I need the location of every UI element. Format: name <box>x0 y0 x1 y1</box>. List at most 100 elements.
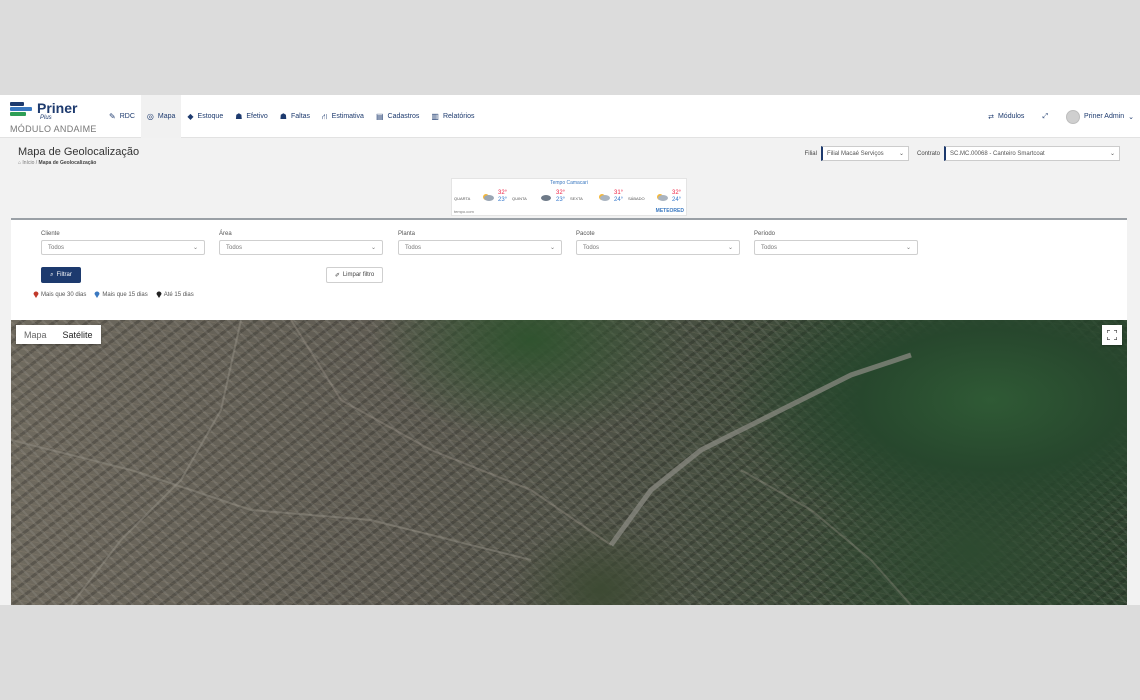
select-value: Todos <box>405 244 422 251</box>
weather-high: 32° <box>672 190 682 196</box>
select-value: Todos <box>226 244 243 251</box>
weather-day: SÁBADO 32° 24° <box>628 190 684 206</box>
nav-label: Estimativa <box>331 113 364 120</box>
filter-panel: Cliente Todos ⌄ Área Todos ⌄ Planta Todos ⌄… <box>11 218 1127 320</box>
breadcrumb: ⌂ Início / Mapa de Geolocalização <box>18 160 97 166</box>
weather-low: 23° <box>498 197 508 203</box>
cliente-select[interactable]: Todos ⌄ <box>41 240 205 255</box>
legend-item: Até 15 dias <box>156 291 194 298</box>
map-pin-icon: ◎ <box>146 112 154 121</box>
periodo-select[interactable]: Todos ⌄ <box>754 240 918 255</box>
top-right-actions: ⇄ Módulos ⤢ Priner Admin ⌄ <box>988 95 1134 138</box>
rain-cloud-icon <box>541 195 551 201</box>
user-menu[interactable]: Priner Admin ⌄ <box>1066 109 1134 124</box>
nav-item-efetivo[interactable]: ☗ Efetivo <box>229 95 274 138</box>
planta-select[interactable]: Todos ⌄ <box>398 240 562 255</box>
users-icon: ☗ <box>235 112 243 121</box>
filter-planta: Planta Todos ⌄ <box>398 231 562 255</box>
filial-value: Filial Macaé Serviços <box>826 150 884 157</box>
weather-low: 24° <box>672 197 682 203</box>
breadcrumb-home[interactable]: Início <box>22 160 34 166</box>
map-type-satellite-button[interactable]: Satélite <box>55 325 101 344</box>
tag-icon: ◆ <box>187 112 194 121</box>
road <box>740 469 912 605</box>
road <box>290 320 612 546</box>
fullscreen-toggle-button[interactable]: ⤢ <box>1042 113 1048 121</box>
weather-day-name: QUARTA <box>454 196 471 201</box>
nav-item-faltas[interactable]: ☗ Faltas <box>274 95 316 138</box>
pacote-select[interactable]: Todos ⌄ <box>576 240 740 255</box>
filter-cliente: Cliente Todos ⌄ <box>41 231 205 255</box>
nav-label: Relatórios <box>442 113 475 120</box>
highway-road <box>608 352 912 547</box>
filter-button[interactable]: ⌕ Filtrar <box>41 267 81 283</box>
search-icon: ⌕ <box>50 271 54 278</box>
weather-title: Tempo Camacari <box>550 180 588 186</box>
road-icon: ⛙ <box>322 111 328 121</box>
weather-day: QUINTA 32° 23° <box>512 190 568 206</box>
map-marker-red-icon <box>33 291 39 298</box>
filter-pacote: Pacote Todos ⌄ <box>576 231 740 255</box>
nav-label: Faltas <box>290 113 311 120</box>
weather-low: 24° <box>614 197 624 203</box>
area-select[interactable]: Todos ⌄ <box>219 240 383 255</box>
chevron-down-icon: ⌄ <box>549 245 555 251</box>
weather-widget[interactable]: Tempo Camacari QUARTA 32° 23° QUINTA 32°… <box>451 178 687 216</box>
brand-sub: Plus <box>40 115 52 121</box>
weather-low: 23° <box>556 197 566 203</box>
weather-source[interactable]: tempo.com <box>454 209 474 214</box>
main-nav: ✎ RDC ◎ Mapa ◆ Estoque ☗ Efetivo ☗ Faltas ⛙ Es… <box>103 95 481 138</box>
legend-label: Até 15 dias <box>163 291 194 298</box>
nav-item-cadastros[interactable]: ▤ Cadastros <box>370 95 425 138</box>
partly-cloudy-icon <box>657 194 668 201</box>
map-marker-black-icon <box>156 291 162 298</box>
map-type-control: Mapa Satélite <box>16 325 101 344</box>
expand-icon: ⤢ <box>1042 112 1049 120</box>
clear-filter-button[interactable]: ✐ Limpar filtro <box>326 267 383 283</box>
filter-label: Pacote <box>576 231 595 237</box>
chevron-down-icon: ⌄ <box>192 245 198 251</box>
weather-day: SEXTA 31° 24° <box>570 190 626 206</box>
filter-label: Cliente <box>41 231 60 237</box>
bar-chart-icon: ▥ <box>431 112 439 121</box>
nav-label: Cadastros <box>387 113 420 120</box>
chevron-down-icon: ⌄ <box>727 245 733 251</box>
avatar <box>1066 109 1081 124</box>
map-legend: Mais que 30 dias Mais que 15 dias Até 15… <box>33 291 194 298</box>
nav-item-estoque[interactable]: ◆ Estoque <box>181 95 229 138</box>
nav-item-rdc[interactable]: ✎ RDC <box>103 95 141 138</box>
weather-high: 32° <box>498 190 508 196</box>
map-fullscreen-button[interactable] <box>1102 325 1122 345</box>
user-name: Priner Admin <box>1084 113 1125 120</box>
filter-button-label: Filtrar <box>56 272 72 278</box>
edit-icon: ✎ <box>109 112 116 121</box>
satellite-map[interactable]: Mapa Satélite <box>11 320 1127 605</box>
eraser-icon: ✐ <box>334 272 340 279</box>
map-type-map-button[interactable]: Mapa <box>16 325 55 344</box>
chevron-down-icon: ⌄ <box>898 151 904 157</box>
select-value: Todos <box>48 244 65 251</box>
filter-label: Período <box>754 231 776 237</box>
weather-brand[interactable]: METEORED <box>656 208 684 214</box>
filter-area: Área Todos ⌄ <box>219 231 383 255</box>
weather-day-name: SÁBADO <box>628 196 645 201</box>
filter-periodo: Período Todos ⌄ <box>754 231 918 255</box>
weather-day: QUARTA 32° 23° <box>454 190 510 206</box>
brand-logo[interactable]: Priner Plus MÓDULO ANDAIME <box>10 100 100 136</box>
road <box>70 320 242 605</box>
filial-select[interactable]: Filial Macaé Serviços ⌄ <box>820 146 909 161</box>
nav-item-estimativa[interactable]: ⛙ Estimativa <box>316 95 370 138</box>
nav-item-mapa[interactable]: ◎ Mapa <box>140 95 182 138</box>
legend-label: Mais que 15 dias <box>102 291 148 298</box>
nav-label: Estoque <box>197 113 224 120</box>
nav-label: Mapa <box>157 113 176 120</box>
contrato-select[interactable]: SC.MC.00068 - Canteiro Smartcoat ⌄ <box>944 146 1120 161</box>
weather-day-name: QUINTA <box>512 196 527 201</box>
nav-item-relatorios[interactable]: ▥ Relatórios <box>425 95 480 138</box>
chevron-down-icon: ⌄ <box>370 245 376 251</box>
modules-button[interactable]: ⇄ Módulos <box>988 113 1024 121</box>
chevron-down-icon: ⌄ <box>1109 151 1115 157</box>
partly-cloudy-icon <box>599 194 610 201</box>
select-value: Todos <box>761 244 778 251</box>
chevron-down-icon: ⌄ <box>905 245 911 251</box>
